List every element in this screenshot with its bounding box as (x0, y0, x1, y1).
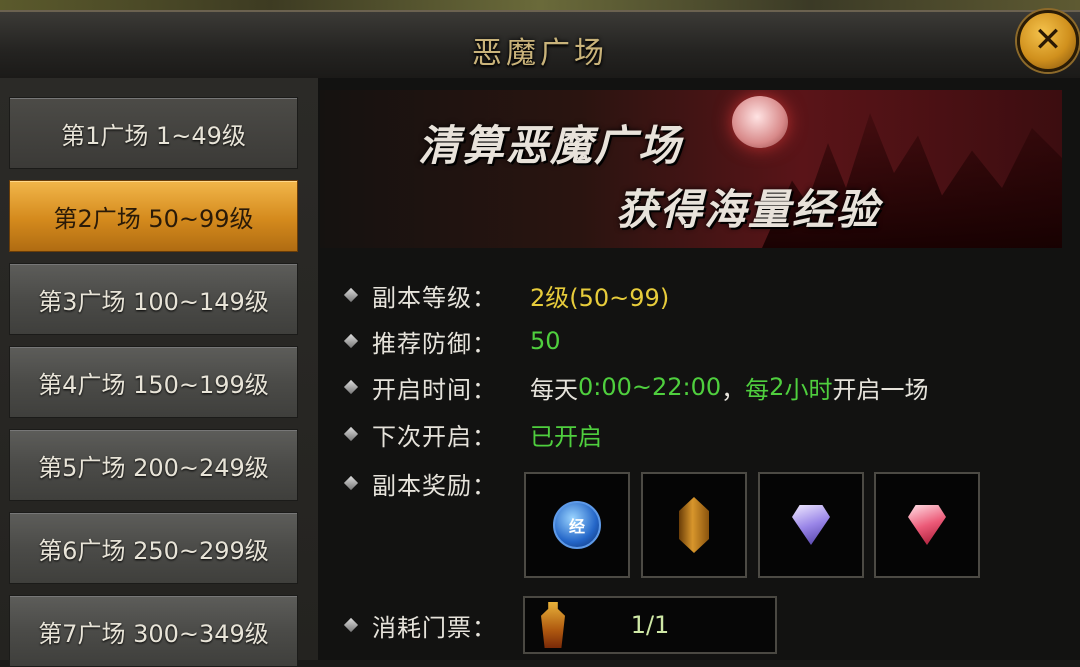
defense-value: 50 (530, 327, 561, 355)
window-title: 恶魔广场 (472, 36, 608, 71)
level-tab-4[interactable]: 第4广场 150~199级 (9, 346, 298, 418)
exp-orb-icon: 经 (553, 501, 601, 549)
bullet-icon (343, 333, 359, 349)
bullet-icon (343, 617, 359, 633)
open-time-unit: 小时 (784, 375, 833, 404)
next-open-label: 下次开启： (372, 422, 497, 451)
red-moon-image (732, 96, 788, 148)
window-titlebar: 恶魔广场 (0, 10, 1080, 80)
dungeon-banner: 清算恶魔广场 获得海量经验 (320, 90, 1062, 248)
info-row-rewards: 副本奖励： (340, 466, 530, 500)
bullet-icon (343, 475, 359, 491)
open-time-label: 开启时间： (372, 375, 497, 404)
info-row-defense: 推荐防御： 50 (340, 324, 561, 358)
red-gem-icon (908, 505, 946, 545)
level-tab-5[interactable]: 第5广场 200~249级 (9, 429, 298, 501)
open-time-range: 0:00~22:00 (578, 373, 722, 401)
bullet-icon (343, 426, 359, 442)
info-row-ticket: 消耗门票： (340, 608, 530, 642)
banner-headline: 清算恶魔广场 (418, 121, 683, 170)
level-label: 副本等级： (372, 283, 497, 312)
reward-slot-2[interactable] (641, 472, 747, 578)
close-button[interactable]: ✕ (1017, 10, 1079, 72)
reward-slot-4[interactable] (874, 472, 980, 578)
reward-slot-1[interactable]: 经 (524, 472, 630, 578)
level-tab-1[interactable]: 第1广场 1~49级 (9, 97, 298, 169)
level-tab-6[interactable]: 第6广场 250~299级 (9, 512, 298, 584)
ticket-label: 消耗门票： (372, 613, 497, 642)
open-time-prefix: 每天 (530, 375, 578, 404)
open-time-interval: 2 (769, 373, 785, 401)
open-time-every: 每 (745, 375, 770, 404)
rewards-label: 副本奖励： (372, 471, 497, 500)
next-open-value: 已开启 (530, 422, 602, 451)
level-value: 2级(50~99) (530, 283, 670, 312)
open-time-comma: ， (721, 375, 746, 404)
open-time-suffix: 开启一场 (832, 375, 929, 404)
banner-subheadline: 获得海量经验 (616, 185, 881, 234)
ticket-icon (541, 602, 565, 648)
defense-label: 推荐防御： (372, 329, 497, 358)
purple-gem-icon (792, 505, 830, 545)
level-tab-2[interactable]: 第2广场 50~99级 (9, 180, 298, 252)
bullet-icon (343, 379, 359, 395)
ticket-count: 1/1 (630, 611, 670, 639)
info-row-next-open: 下次开启： 已开启 (340, 417, 602, 451)
info-row-open-time: 开启时间： 每天 0:00~22:00 ， 每 2 小时 开启一场 (340, 370, 928, 404)
level-tab-3[interactable]: 第3广场 100~149级 (9, 263, 298, 335)
bullet-icon (343, 287, 359, 303)
close-icon: ✕ (1033, 20, 1063, 60)
info-row-level: 副本等级： 2级(50~99) (340, 278, 669, 312)
reward-slot-3[interactable] (758, 472, 864, 578)
level-tab-7[interactable]: 第7广场 300~349级 (9, 595, 298, 667)
ticket-slot[interactable]: 1/1 (523, 596, 777, 654)
amber-crystal-icon (679, 497, 709, 553)
